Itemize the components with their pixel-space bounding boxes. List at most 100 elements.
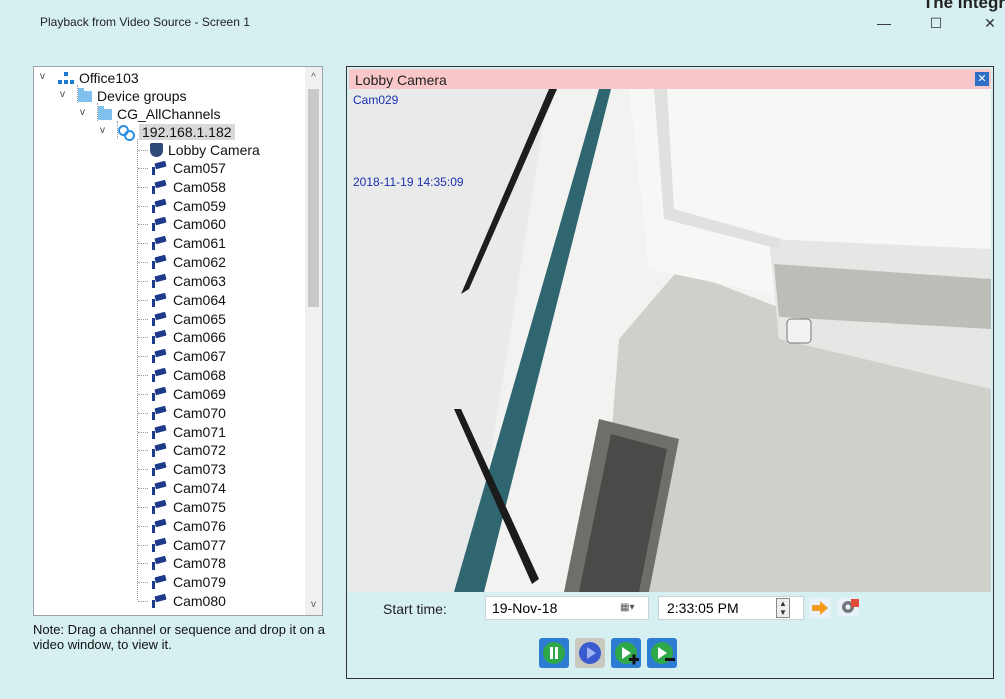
step-forward-button[interactable] bbox=[611, 638, 641, 668]
tree-node-label: Cam077 bbox=[173, 536, 226, 553]
tree-node-camera[interactable]: Cam069 bbox=[150, 385, 226, 403]
chevron-down-icon[interactable]: v bbox=[100, 126, 110, 136]
viewer-header: Lobby Camera ✕ bbox=[349, 69, 991, 89]
tree-node-camera[interactable]: Cam073 bbox=[150, 460, 226, 478]
maximize-button[interactable]: ☐ bbox=[926, 13, 946, 33]
tree-node-camera[interactable]: Cam070 bbox=[150, 404, 226, 422]
camera-icon bbox=[150, 255, 168, 270]
close-button[interactable]: ✕ bbox=[980, 13, 1000, 33]
tree-node-label: Cam066 bbox=[173, 329, 226, 346]
camera-icon bbox=[150, 217, 168, 232]
scroll-thumb[interactable] bbox=[308, 89, 319, 307]
tree-node-label: Cam073 bbox=[173, 461, 226, 478]
tree-node-label: Cam070 bbox=[173, 404, 226, 421]
tree-node-camera[interactable]: Cam063 bbox=[150, 272, 226, 290]
ip-device-icon bbox=[118, 125, 135, 141]
folder-icon bbox=[78, 88, 92, 102]
tree-node-camera[interactable]: Cam065 bbox=[150, 310, 226, 328]
tree-node-lobby-camera[interactable]: Lobby Camera bbox=[150, 141, 260, 159]
start-date-value: 19-Nov-18 bbox=[492, 600, 558, 616]
scroll-down-icon[interactable]: v bbox=[305, 596, 322, 613]
tree-node-label: Cam065 bbox=[173, 310, 226, 327]
camera-icon bbox=[150, 274, 168, 288]
minimize-button[interactable]: — bbox=[874, 13, 894, 33]
camera-icon bbox=[150, 368, 168, 383]
tree-node-camera[interactable]: Cam067 bbox=[150, 347, 226, 365]
chevron-down-icon[interactable]: v bbox=[60, 90, 70, 100]
tree-node-camera[interactable]: Cam072 bbox=[150, 441, 226, 459]
tree-node-label: Cam062 bbox=[173, 254, 226, 271]
camera-icon bbox=[150, 481, 168, 496]
tree-node-label: Cam057 bbox=[173, 160, 226, 176]
camera-icon bbox=[150, 575, 168, 590]
play-button[interactable] bbox=[575, 638, 605, 668]
tree-node-camera[interactable]: Cam075 bbox=[150, 498, 226, 516]
tree-node-camera[interactable]: Cam077 bbox=[150, 536, 226, 554]
tree-node-label: Cam063 bbox=[173, 272, 226, 289]
device-tree[interactable]: v Office103 v Device groups v CG_AllChan… bbox=[34, 67, 305, 615]
camera-icon bbox=[150, 330, 168, 345]
tree-node-label: Cam060 bbox=[173, 216, 226, 233]
pause-button[interactable] bbox=[539, 638, 569, 668]
drag-note: Note: Drag a channel or sequence and dro… bbox=[33, 622, 325, 652]
folder-icon bbox=[98, 106, 112, 120]
calendar-dropdown-icon[interactable]: ▦▾ bbox=[620, 602, 642, 615]
window-title: Playback from Video Source - Screen 1 bbox=[40, 15, 250, 29]
chevron-down-icon[interactable]: v bbox=[80, 108, 90, 118]
camera-icon bbox=[150, 594, 168, 609]
camera-image bbox=[349, 89, 991, 592]
camera-icon bbox=[150, 462, 168, 477]
tree-node-camera[interactable]: Cam057 bbox=[150, 159, 226, 177]
tree-scrollbar[interactable]: ^ v bbox=[305, 67, 322, 615]
corner-text: The Integr bbox=[922, 0, 1005, 12]
tree-node-camera[interactable]: Cam060 bbox=[150, 215, 226, 233]
camera-icon bbox=[150, 538, 168, 552]
start-time-label: Start time: bbox=[383, 601, 447, 617]
video-viewer: Lobby Camera ✕ Cam029 2018-11-19 14:35:0… bbox=[346, 66, 994, 679]
device-tree-panel: v Office103 v Device groups v CG_AllChan… bbox=[33, 66, 323, 616]
film-export-icon[interactable] bbox=[835, 596, 861, 618]
tree-node-camera[interactable]: Cam071 bbox=[150, 423, 226, 441]
camera-icon bbox=[150, 387, 168, 401]
tree-node-camera[interactable]: Cam064 bbox=[150, 291, 226, 309]
tree-node-camera[interactable]: Cam061 bbox=[150, 234, 226, 252]
tree-node-label: Cam064 bbox=[173, 291, 226, 308]
network-icon bbox=[58, 72, 74, 84]
tree-node-label: Cam080 bbox=[173, 593, 226, 610]
tree-node-camera[interactable]: Cam058 bbox=[150, 178, 226, 196]
viewer-close-icon[interactable]: ✕ bbox=[975, 72, 989, 86]
tree-node-label: Cam067 bbox=[173, 348, 226, 365]
scroll-up-icon[interactable]: ^ bbox=[305, 69, 322, 86]
start-date-picker[interactable]: 19-Nov-18 ▦▾ bbox=[485, 596, 649, 620]
camera-icon bbox=[150, 199, 168, 213]
camera-icon bbox=[150, 519, 168, 533]
tree-node-label: Cam072 bbox=[173, 442, 226, 459]
tree-node-camera[interactable]: Cam078 bbox=[150, 554, 226, 572]
tree-node-camera[interactable]: Cam062 bbox=[150, 253, 226, 271]
tree-node-camera[interactable]: Cam079 bbox=[150, 573, 226, 591]
go-arrow-icon[interactable] bbox=[809, 598, 831, 618]
chevron-down-icon[interactable]: v bbox=[40, 72, 50, 82]
video-frame[interactable]: Cam029 2018-11-19 14:35:09 bbox=[349, 89, 991, 592]
tree-node-label: Cam074 bbox=[173, 480, 226, 497]
tree-node-label: Lobby Camera bbox=[168, 142, 260, 158]
step-back-button[interactable] bbox=[647, 638, 677, 668]
playback-controls: Start time: 19-Nov-18 ▦▾ 2:33:05 PM ▲ ▼ bbox=[347, 592, 995, 678]
camera-icon bbox=[150, 293, 168, 307]
start-time-value: 2:33:05 PM bbox=[667, 600, 739, 616]
time-spinner[interactable]: ▲ ▼ bbox=[776, 598, 790, 618]
tree-node-camera[interactable]: Cam059 bbox=[150, 197, 226, 215]
tree-node-camera[interactable]: Cam080 bbox=[150, 592, 226, 610]
overlay-camera-id: Cam029 bbox=[353, 93, 399, 107]
tree-node-camera[interactable]: Cam066 bbox=[150, 328, 226, 346]
tree-node-label: Cam075 bbox=[173, 498, 226, 515]
tree-node-camera[interactable]: Cam068 bbox=[150, 366, 226, 384]
tree-node-camera[interactable]: Cam074 bbox=[150, 479, 226, 497]
camera-icon bbox=[150, 349, 168, 364]
tree-node-camera[interactable]: Cam076 bbox=[150, 517, 226, 535]
tree-node-label: Cam068 bbox=[173, 367, 226, 384]
tree-node-label: Cam071 bbox=[173, 423, 226, 440]
camera-icon bbox=[150, 161, 168, 175]
camera-group-icon bbox=[150, 143, 163, 157]
tree-node-label: Cam061 bbox=[173, 235, 226, 252]
